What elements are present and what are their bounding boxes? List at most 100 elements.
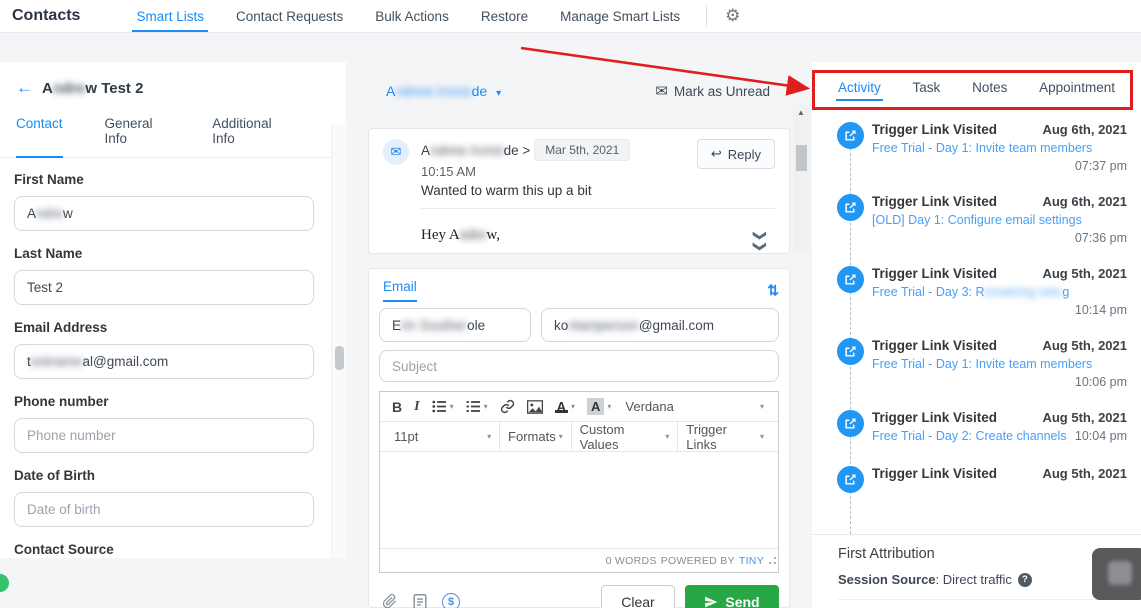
- tiny-brand-link[interactable]: TINY: [739, 555, 764, 567]
- gear-icon[interactable]: ⚙: [717, 6, 748, 26]
- phone-input[interactable]: [14, 418, 314, 453]
- resize-grip[interactable]: [769, 557, 776, 564]
- font-family-select[interactable]: Verdana ▾: [617, 392, 772, 421]
- tab-contact-requests[interactable]: Contact Requests: [220, 0, 359, 32]
- timeline-entry-link[interactable]: Free Trial - Day 2: Create channels: [872, 429, 1067, 443]
- last-name-field: Last Name Test 2: [14, 246, 316, 305]
- chevron-down-icon: ▾: [483, 402, 488, 411]
- tab-bulk-actions[interactable]: Bulk Actions: [359, 0, 465, 32]
- insert-image-button[interactable]: [521, 392, 549, 421]
- timeline-entry: Trigger Link Visited Aug 5th, 2021 Free T…: [812, 266, 1141, 317]
- left-panel-scrollbar[interactable]: ▼: [331, 124, 346, 558]
- timeline-entry-title: Trigger Link Visited: [872, 194, 998, 209]
- tab-manage-smart-lists[interactable]: Manage Smart Lists: [544, 0, 696, 32]
- back-arrow-icon[interactable]: ←: [16, 78, 33, 98]
- contacts-page: Contacts Smart Lists Contact Requests Bu…: [0, 0, 1141, 608]
- trigger-link-icon: [837, 194, 864, 221]
- dob-input[interactable]: [14, 492, 314, 527]
- contact-source-field: Contact Source: [14, 542, 316, 558]
- editor-content-area[interactable]: [380, 452, 778, 548]
- phone-field: Phone number: [14, 394, 316, 453]
- word-count: 0 WORDS: [605, 554, 657, 567]
- timeline-entry-link[interactable]: Free Trial - Day 1: Invite team members: [872, 141, 1127, 155]
- chat-widget-icon: [1108, 561, 1132, 585]
- scrollbar-up-arrow[interactable]: ▲: [797, 108, 805, 117]
- timeline-entry-date: Aug 5th, 2021: [1042, 338, 1127, 353]
- tab-task[interactable]: Task: [913, 80, 941, 107]
- image-icon: [526, 399, 543, 414]
- tab-activity[interactable]: Activity: [836, 80, 883, 107]
- chat-widget-button[interactable]: [1092, 548, 1141, 600]
- composer-tab-email[interactable]: Email: [383, 279, 417, 302]
- conversation-scrollbar[interactable]: ▲: [793, 105, 810, 253]
- clear-button[interactable]: Clear: [601, 585, 675, 608]
- timeline-entry: Trigger Link Visited Aug 5th, 2021: [812, 466, 1141, 493]
- timeline-entry-link[interactable]: Free Trial - Day 3: Remaining setug: [872, 285, 1127, 299]
- bullet-list-button[interactable]: ▾: [426, 392, 460, 421]
- send-button[interactable]: Send: [685, 585, 779, 608]
- from-input[interactable]: Erin Southerole: [379, 308, 531, 342]
- trigger-links-select[interactable]: Trigger Links ▾: [678, 422, 772, 452]
- contact-name: Andrew Test 2: [42, 79, 144, 97]
- chevron-down-icon: ▾: [760, 432, 765, 441]
- bold-button[interactable]: B: [386, 392, 408, 421]
- first-attribution-source: Session Source: Direct traffic ?: [838, 572, 1118, 587]
- timeline-entry-link[interactable]: [OLD] Day 1: Configure email settings: [872, 213, 1127, 227]
- chevron-down-icon: ▾: [571, 402, 576, 411]
- numbered-list-button[interactable]: ▾: [460, 392, 494, 421]
- tab-general-info[interactable]: General Info: [105, 106, 171, 157]
- to-input[interactable]: kontactperson@gmail.com: [541, 308, 779, 342]
- tab-restore[interactable]: Restore: [465, 0, 544, 32]
- help-icon[interactable]: ?: [1017, 572, 1032, 587]
- templates-button[interactable]: [413, 593, 427, 608]
- paper-plane-icon: [705, 596, 718, 607]
- top-nav: Contacts Smart Lists Contact Requests Bu…: [0, 0, 1141, 33]
- message-date-badge: Mar 5th, 2021: [534, 139, 631, 161]
- subject-input[interactable]: [379, 350, 779, 382]
- first-name-input[interactable]: Andrew: [14, 196, 314, 231]
- insert-link-button[interactable]: [494, 392, 521, 421]
- message-from-line: Andrew Ironside > Mar 5th, 2021: [421, 139, 697, 161]
- reply-button[interactable]: ↩ Reply: [696, 139, 775, 169]
- paperclip-icon: [383, 593, 397, 608]
- timeline-entry-time: 10:04 pm: [1074, 429, 1127, 443]
- chevron-down-icon: ▾: [665, 432, 670, 441]
- tab-notes[interactable]: Notes: [972, 80, 1007, 107]
- email-label: Email Address: [14, 320, 108, 335]
- timeline-entry-time: 07:37 pm: [1074, 159, 1127, 173]
- timeline-entry: Trigger Link Visited Aug 5th, 2021 Free T…: [812, 410, 1141, 443]
- collapse-composer-icon[interactable]: ⇅: [767, 282, 779, 299]
- scrollbar-thumb[interactable]: [796, 145, 807, 171]
- timeline-entry: Trigger Link Visited Aug 5th, 2021 Free T…: [812, 338, 1141, 389]
- background-color-button[interactable]: A ▾: [581, 392, 617, 421]
- timeline-entry-date: Aug 6th, 2021: [1042, 194, 1127, 209]
- tab-additional-info[interactable]: Additional Info: [212, 106, 288, 157]
- scrollbar-thumb[interactable]: [335, 346, 344, 370]
- italic-button[interactable]: I: [408, 392, 425, 421]
- timeline-entry-link[interactable]: Free Trial - Day 1: Invite team members: [872, 357, 1127, 371]
- timeline-entry-date: Aug 5th, 2021: [1042, 266, 1127, 281]
- conversation-contact-dropdown[interactable]: Andrew Ironside ▾: [368, 83, 501, 99]
- font-size-select[interactable]: 11pt ▾: [386, 422, 499, 451]
- timeline-entry-time: 10:06 pm: [1074, 375, 1127, 389]
- text-color-button[interactable]: A ▾: [549, 392, 581, 421]
- attachment-button[interactable]: [383, 593, 398, 608]
- chevron-down-icon: ▾: [449, 402, 454, 411]
- collapse-message-icon[interactable]: ❯❯: [752, 230, 768, 252]
- last-name-input[interactable]: Test 2: [14, 270, 314, 305]
- formats-select[interactable]: Formats ▾: [500, 422, 571, 451]
- timeline-entry-date: Aug 5th, 2021: [1042, 410, 1127, 425]
- rich-text-editor: B I ▾ ▾ A ▾ A ▾ Verdana ▾ 11pt ▾ Formats…: [379, 391, 779, 573]
- email-input[interactable]: testnameal@gmail.com: [14, 344, 314, 379]
- divider: [421, 208, 775, 209]
- tab-smart-lists[interactable]: Smart Lists: [120, 0, 220, 32]
- payments-button[interactable]: $: [442, 592, 460, 608]
- mark-as-unread-button[interactable]: ✉ Mark as Unread: [655, 82, 770, 100]
- activity-panel: Activity Task Notes Appointment Trigger …: [812, 62, 1141, 608]
- trigger-link-icon: [837, 266, 864, 293]
- tab-appointment[interactable]: Appointment: [1039, 80, 1115, 107]
- tab-contact[interactable]: Contact: [16, 106, 63, 158]
- link-icon: [500, 399, 514, 414]
- custom-values-select[interactable]: Custom Values ▾: [572, 422, 678, 452]
- top-nav-tabs: Smart Lists Contact Requests Bulk Action…: [120, 0, 696, 32]
